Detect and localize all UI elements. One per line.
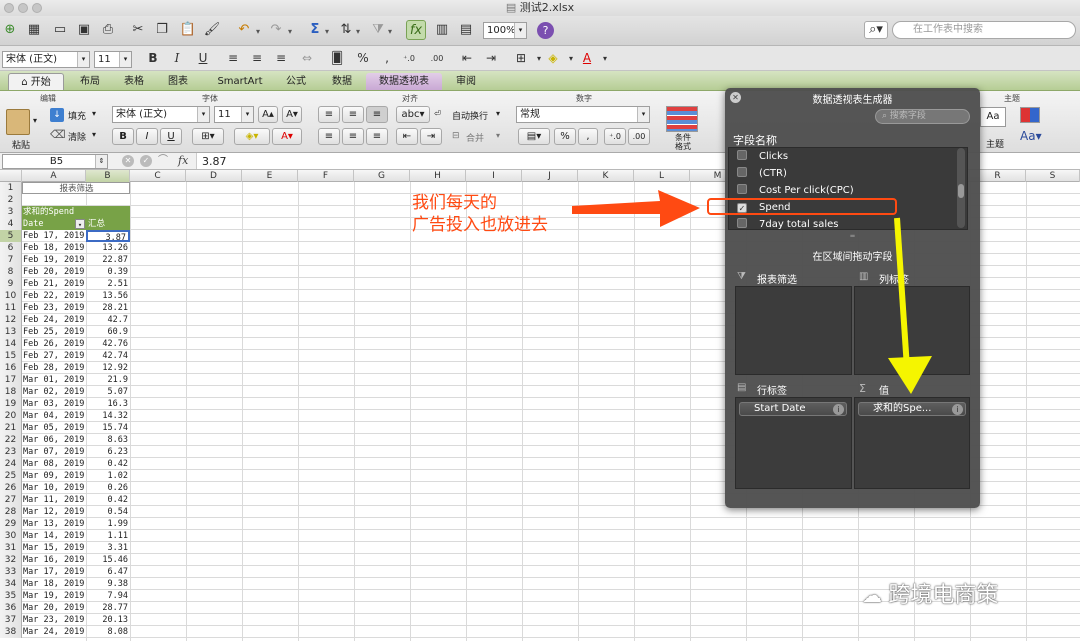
red-arrow-icon [572, 190, 700, 227]
wechat-logo-icon: ☁ [862, 583, 889, 607]
yellow-arrow-shaft [894, 217, 910, 369]
yellow-arrow-icon [888, 356, 932, 394]
watermark: ☁ 跨境电商策 [862, 577, 998, 609]
watermark-text: 跨境电商策 [888, 583, 999, 608]
annotation-overlay [572, 190, 932, 394]
spend-highlight-box [707, 198, 897, 215]
